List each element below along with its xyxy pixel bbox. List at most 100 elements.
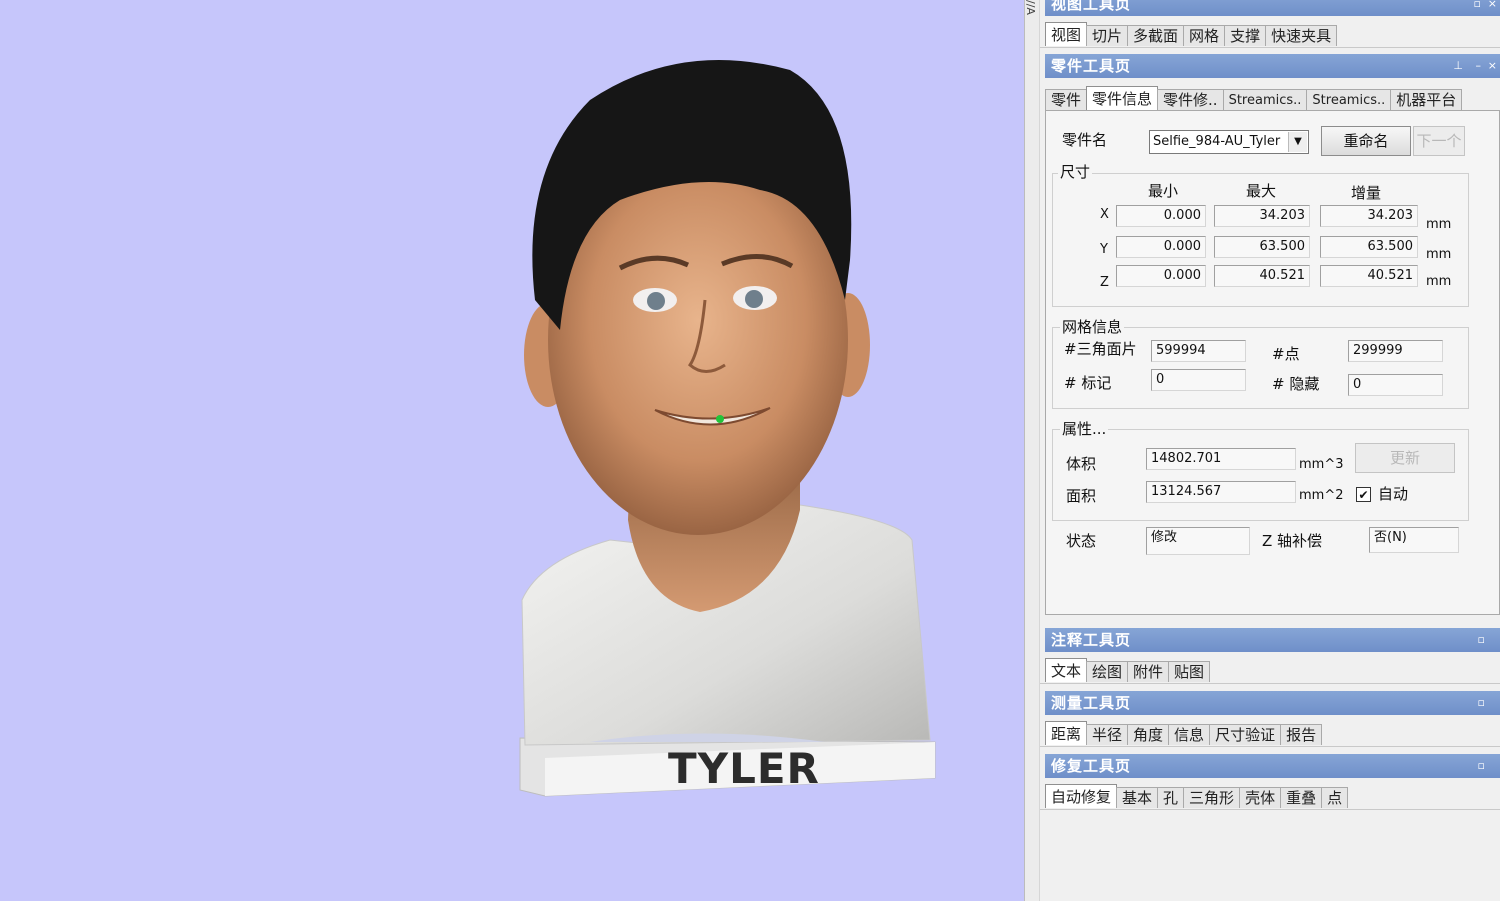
repair-toolbar-title: 修复工具页 ▫ — [1045, 754, 1500, 778]
update-button[interactable]: 更新 — [1355, 443, 1455, 473]
points-label: #点 — [1272, 345, 1300, 363]
volume-field: 14802.701 — [1146, 448, 1296, 470]
minimize-icon[interactable]: ▫ — [1478, 754, 1486, 778]
col-delta-label: 增量 — [1351, 184, 1382, 202]
tab-angle[interactable]: 角度 — [1127, 724, 1170, 745]
z-unit: mm — [1426, 274, 1452, 289]
tab-auto-repair[interactable]: 自动修复 — [1045, 784, 1118, 808]
chevron-down-icon: ▼ — [1288, 132, 1307, 152]
close-icon[interactable]: × — [1488, 54, 1498, 78]
tab-multi-section[interactable]: 多截面 — [1127, 25, 1185, 46]
x-max-field: 34.203 — [1214, 205, 1310, 227]
auto-label: 自动 — [1378, 485, 1409, 503]
dimensions-title: 尺寸 — [1058, 161, 1093, 182]
part-name-select[interactable]: Selfie_984-AU_Tyler ▼ — [1149, 130, 1309, 154]
x-unit: mm — [1426, 217, 1452, 232]
part-info-body: 零件名 Selfie_984-AU_Tyler ▼ 重命名 下一个 尺寸 最小 … — [1045, 110, 1500, 615]
y-delta-field: 63.500 — [1320, 236, 1418, 258]
minimize-icon[interactable]: – — [1476, 54, 1483, 78]
panel-splitter[interactable]: //A — [1024, 0, 1040, 901]
divider — [1040, 746, 1500, 747]
part-name-value: Selfie_984-AU_Tyler — [1153, 134, 1281, 149]
tab-quick-fixture[interactable]: 快速夹具 — [1265, 25, 1338, 46]
volume-unit: mm^3 — [1299, 457, 1344, 472]
area-field: 13124.567 — [1146, 481, 1296, 503]
minimize-icon[interactable]: ▫ — [1474, 0, 1482, 16]
y-unit: mm — [1426, 247, 1452, 262]
z-delta-field: 40.521 — [1320, 265, 1418, 287]
tab-support[interactable]: 支撑 — [1224, 25, 1267, 46]
tab-part-repair[interactable]: 零件修.. — [1157, 89, 1224, 110]
tab-view[interactable]: 视图 — [1045, 22, 1088, 46]
volume-label: 体积 — [1066, 455, 1097, 473]
hidden-label: # 隐藏 — [1272, 375, 1320, 393]
tab-part-info[interactable]: 零件信息 — [1086, 86, 1159, 110]
axis-y-label: Y — [1100, 242, 1108, 257]
right-tool-panel: 视图工具页 ▫ × 视图 切片 多截面 网格 支撑 快速夹具 零件工具页 ⊥ –… — [1040, 0, 1500, 901]
tab-text[interactable]: 文本 — [1045, 658, 1088, 682]
tab-hole[interactable]: 孔 — [1157, 787, 1185, 808]
pin-icon[interactable]: ⊥ — [1453, 54, 1464, 78]
tab-part[interactable]: 零件 — [1045, 89, 1088, 110]
tab-triangle[interactable]: 三角形 — [1183, 787, 1241, 808]
view-toolbar-title: 视图工具页 ▫ × — [1045, 0, 1500, 16]
tab-streamics-1[interactable]: Streamics.. — [1222, 89, 1308, 110]
close-icon[interactable]: × — [1488, 0, 1498, 16]
axis-z-label: Z — [1100, 275, 1109, 290]
z-min-field: 0.000 — [1116, 265, 1206, 287]
tab-overlap[interactable]: 重叠 — [1280, 787, 1323, 808]
marked-field: 0 — [1151, 369, 1246, 391]
col-max-label: 最大 — [1246, 182, 1277, 200]
measure-toolbar-tabs: 距离 半径 角度 信息 尺寸验证 报告 — [1045, 721, 1500, 745]
auto-checkbox[interactable]: ✔ — [1356, 487, 1371, 502]
mesh-info-title: 网格信息 — [1060, 316, 1125, 337]
rename-button[interactable]: 重命名 — [1321, 126, 1411, 156]
view-toolbar-tabs: 视图 切片 多截面 网格 支撑 快速夹具 — [1045, 22, 1500, 46]
divider — [1040, 683, 1500, 684]
part-toolbar-title: 零件工具页 ⊥ – × — [1045, 54, 1500, 78]
z-comp-label: Z 轴补偿 — [1262, 532, 1323, 550]
z-comp-field: 否(N) — [1369, 527, 1459, 553]
tab-radius[interactable]: 半径 — [1086, 724, 1129, 745]
tab-draw[interactable]: 绘图 — [1086, 661, 1129, 682]
tab-slice[interactable]: 切片 — [1086, 25, 1129, 46]
status-label: 状态 — [1066, 532, 1097, 550]
divider — [1040, 47, 1500, 48]
x-delta-field: 34.203 — [1320, 205, 1418, 227]
tab-point[interactable]: 点 — [1321, 787, 1349, 808]
tab-machine-platform[interactable]: 机器平台 — [1390, 89, 1463, 110]
triangles-field: 599994 — [1151, 340, 1246, 362]
tab-distance[interactable]: 距离 — [1045, 721, 1088, 745]
triangles-label: #三角面片 — [1064, 340, 1137, 358]
next-button[interactable]: 下一个 — [1413, 126, 1465, 156]
marked-label: # 标记 — [1064, 374, 1112, 392]
properties-title: 属性... — [1060, 418, 1109, 439]
points-field: 299999 — [1348, 340, 1443, 362]
status-field: 修改 — [1146, 527, 1250, 555]
tab-mesh[interactable]: 网格 — [1183, 25, 1226, 46]
annotation-toolbar-title: 注释工具页 ▫ — [1045, 628, 1500, 652]
divider — [1040, 809, 1500, 810]
tab-report[interactable]: 报告 — [1280, 724, 1323, 745]
part-name-label: 零件名 — [1062, 131, 1108, 149]
tab-decal[interactable]: 贴图 — [1168, 661, 1211, 682]
minimize-icon[interactable]: ▫ — [1478, 691, 1486, 715]
minimize-icon[interactable]: ▫ — [1478, 628, 1486, 652]
area-label: 面积 — [1066, 487, 1097, 505]
tab-info[interactable]: 信息 — [1168, 724, 1211, 745]
dock-grip-icon[interactable]: //A — [1024, 0, 1037, 30]
base-label: TYLER — [668, 744, 820, 793]
tab-dimension-verify[interactable]: 尺寸验证 — [1209, 724, 1282, 745]
part-toolbar-tabs: 零件 零件信息 零件修.. Streamics.. Streamics.. 机器… — [1045, 86, 1500, 110]
bust-model[interactable] — [0, 0, 1024, 901]
tab-basic[interactable]: 基本 — [1116, 787, 1159, 808]
measure-toolbar-title: 测量工具页 ▫ — [1045, 691, 1500, 715]
axis-x-label: X — [1100, 207, 1109, 222]
3d-viewport[interactable]: TYLER — [0, 0, 1024, 901]
x-min-field: 0.000 — [1116, 205, 1206, 227]
col-min-label: 最小 — [1148, 182, 1179, 200]
tab-streamics-2[interactable]: Streamics.. — [1306, 89, 1392, 110]
tab-attachment[interactable]: 附件 — [1127, 661, 1170, 682]
tab-shell[interactable]: 壳体 — [1239, 787, 1282, 808]
hidden-field: 0 — [1348, 374, 1443, 396]
